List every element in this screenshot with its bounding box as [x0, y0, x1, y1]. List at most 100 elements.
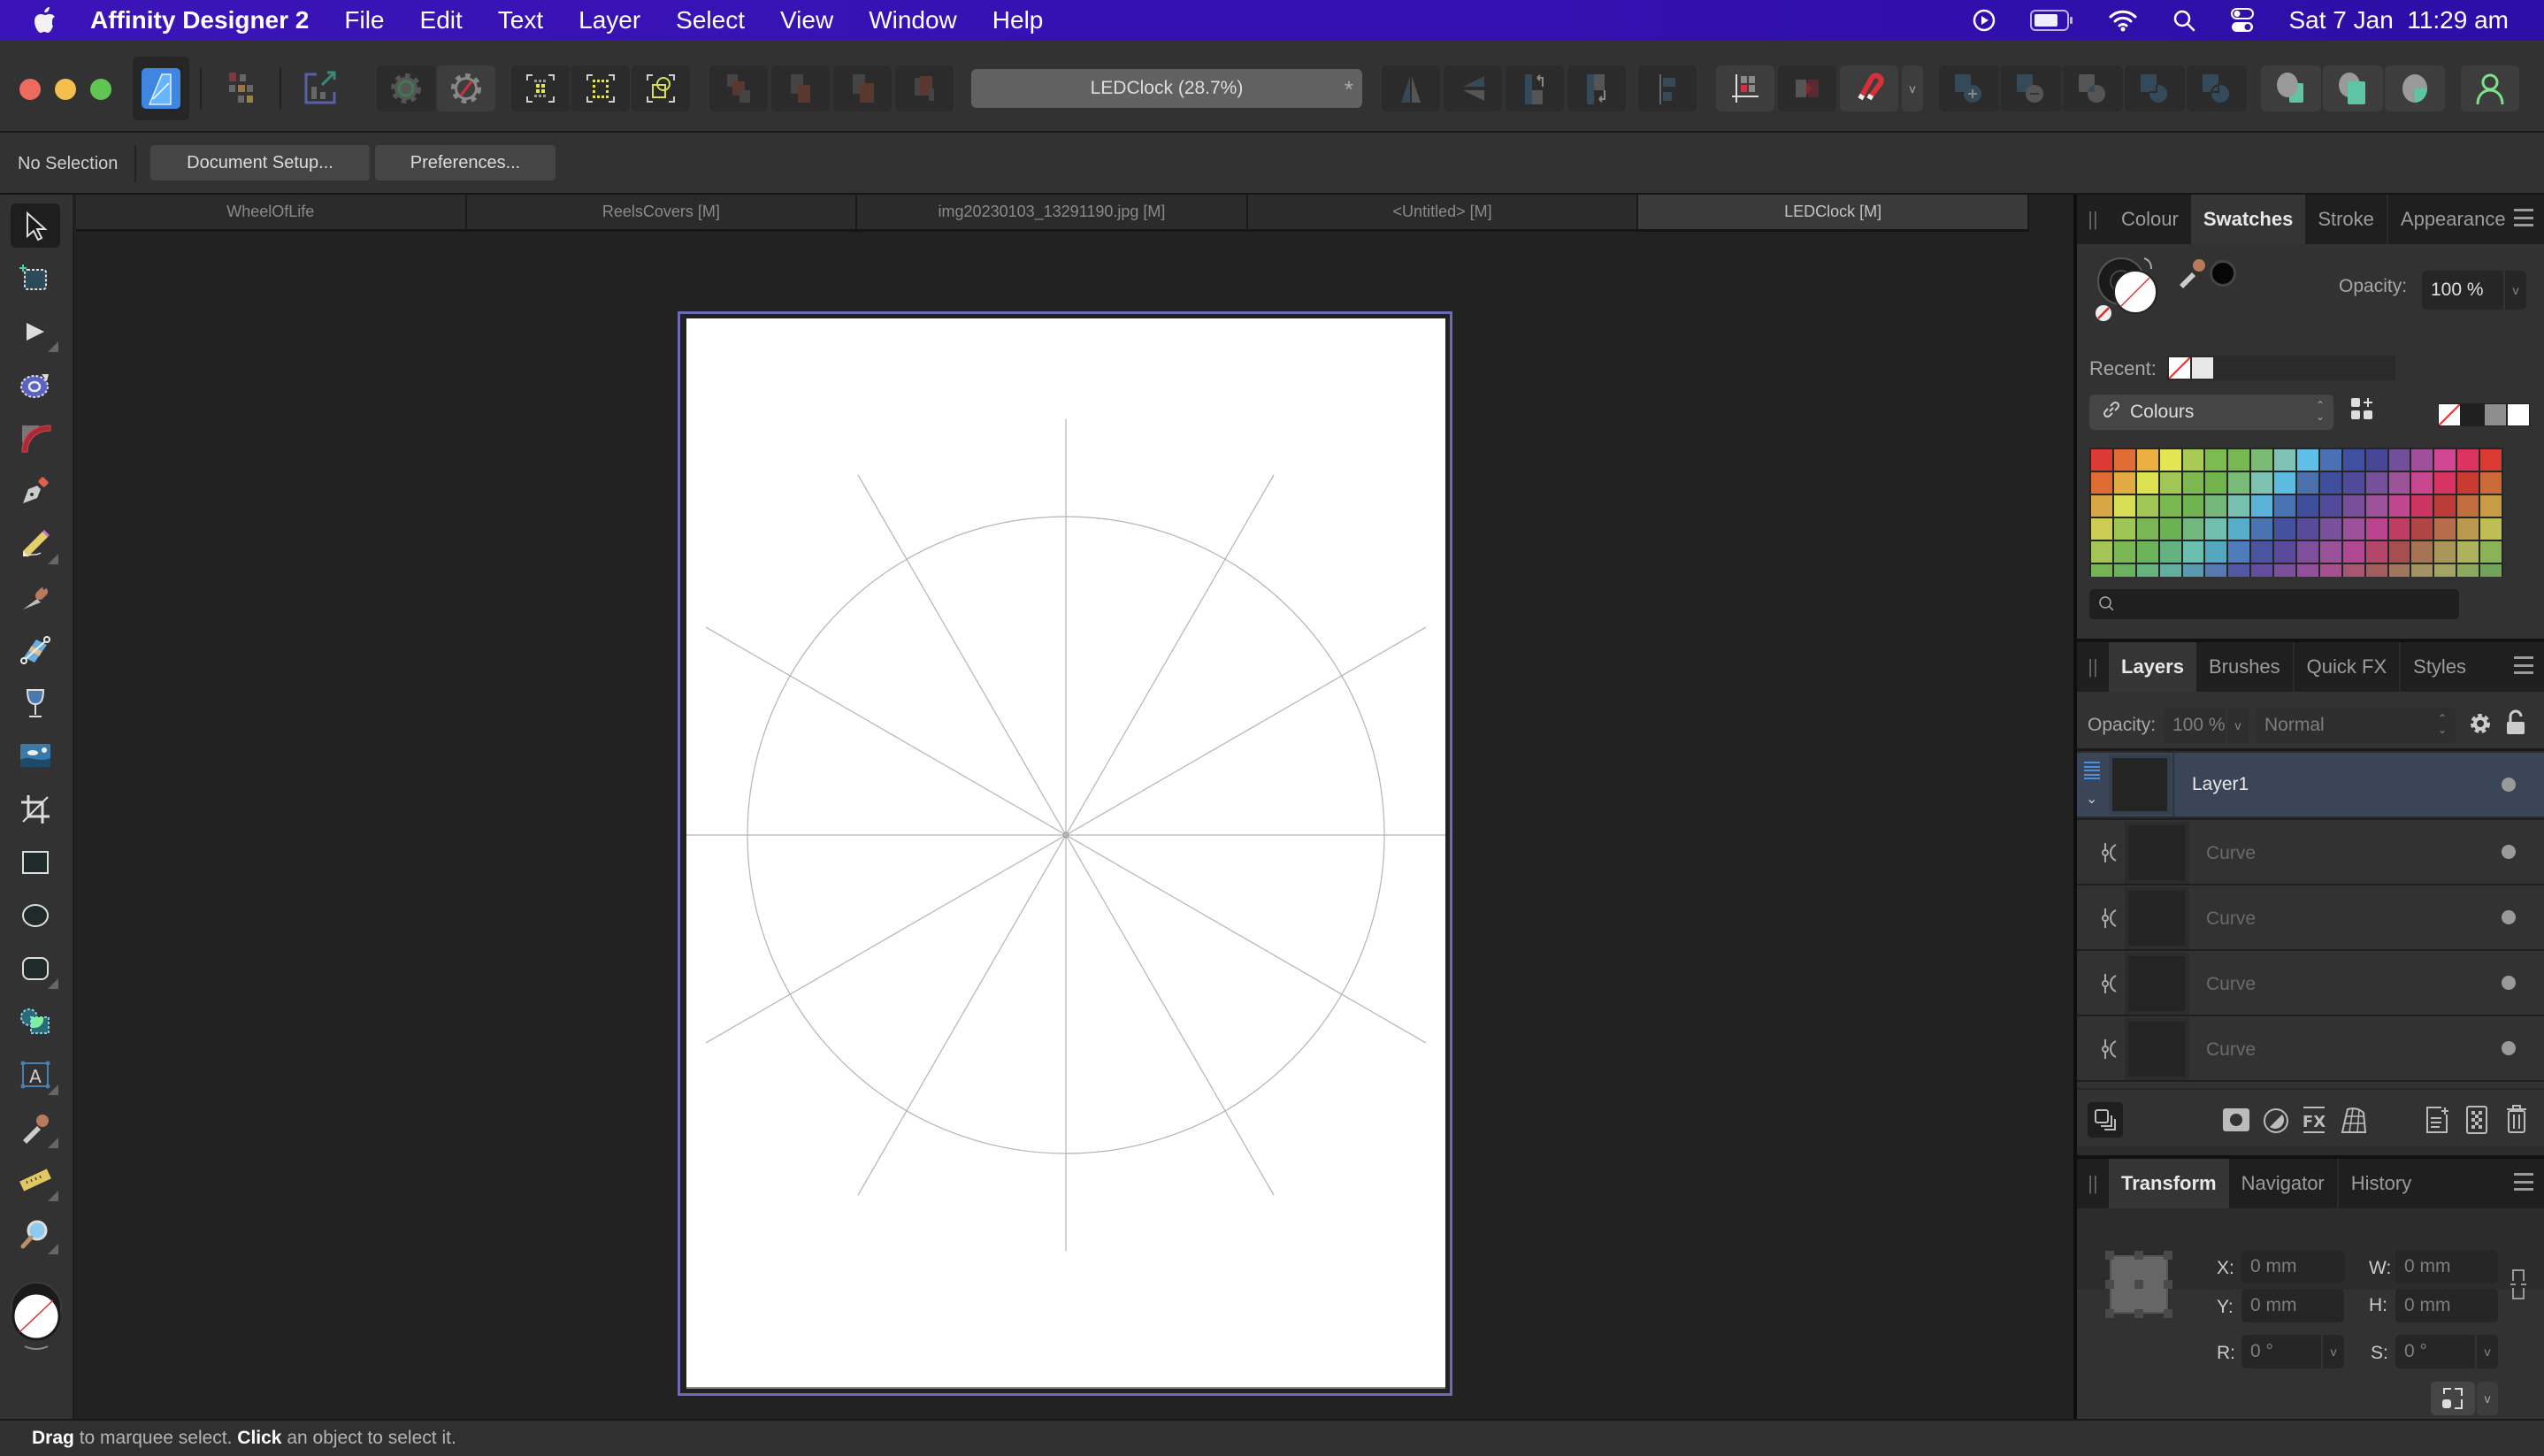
- menu-help[interactable]: Help: [992, 6, 1044, 34]
- point-transform-tool[interactable]: [11, 363, 60, 407]
- swatch[interactable]: [2251, 541, 2273, 563]
- menu-view[interactable]: View: [780, 6, 833, 34]
- swatch[interactable]: [2251, 495, 2273, 517]
- swatch[interactable]: [2319, 472, 2341, 494]
- chevron-down-icon[interactable]: v: [2226, 708, 2249, 743]
- swatch[interactable]: [2136, 564, 2158, 577]
- play-circle-icon[interactable]: [1972, 8, 1996, 33]
- layers-overview-button[interactable]: [2088, 1102, 2123, 1138]
- doc-tab-wheeloflife[interactable]: WheelOfLife: [76, 195, 467, 229]
- add-pixel-layer-icon[interactable]: [2466, 1106, 2487, 1138]
- add-layer-icon[interactable]: [2425, 1106, 2450, 1138]
- layer-row-layer1[interactable]: ⌄ Layer1: [2077, 753, 2544, 816]
- shape-builder-tool[interactable]: [11, 1000, 60, 1044]
- swatch[interactable]: [2342, 449, 2364, 471]
- swatch[interactable]: [2457, 495, 2479, 517]
- layer-row-curve[interactable]: Curve: [2077, 818, 2544, 884]
- visibility-dot-icon[interactable]: [2502, 976, 2516, 990]
- insert-inside-button[interactable]: [2323, 65, 2383, 111]
- adjustment-icon[interactable]: [2263, 1107, 2289, 1138]
- swatch[interactable]: [2434, 518, 2456, 540]
- boolean-toggle-button[interactable]: [1778, 65, 1836, 111]
- menu-layer[interactable]: Layer: [579, 6, 640, 34]
- panel-grip-icon[interactable]: ||: [2077, 1159, 2109, 1208]
- swatch[interactable]: [2159, 472, 2181, 494]
- panel-menu-icon[interactable]: [2514, 209, 2533, 226]
- artboard-tool[interactable]: [11, 257, 60, 301]
- corner-tool[interactable]: [11, 416, 60, 460]
- rotation-field[interactable]: 0 ° v: [2241, 1335, 2344, 1368]
- swatch[interactable]: [2480, 518, 2502, 540]
- shear-field[interactable]: 0 ° v: [2395, 1335, 2498, 1368]
- layer-row-curve[interactable]: Curve: [2077, 884, 2544, 949]
- swatch[interactable]: [2274, 541, 2295, 563]
- swatch[interactable]: [2365, 541, 2387, 563]
- menu-window[interactable]: Window: [869, 6, 957, 34]
- insert-front-button[interactable]: [2385, 65, 2445, 111]
- swatch[interactable]: [2411, 518, 2433, 540]
- swatch[interactable]: [2457, 564, 2479, 577]
- swatch[interactable]: [2182, 449, 2204, 471]
- swatch[interactable]: [2136, 518, 2158, 540]
- artboard[interactable]: [686, 318, 1445, 1389]
- swatch[interactable]: [2159, 541, 2181, 563]
- tab-appearance[interactable]: Appearance: [2386, 195, 2518, 244]
- swatch[interactable]: [2411, 541, 2433, 563]
- measure-tool[interactable]: [11, 1159, 60, 1203]
- swatch[interactable]: [2228, 495, 2250, 517]
- panel-menu-icon[interactable]: [2514, 656, 2533, 674]
- swatch[interactable]: [2228, 518, 2250, 540]
- swatch[interactable]: [2251, 564, 2273, 577]
- swatch[interactable]: [2182, 564, 2204, 577]
- swatch[interactable]: [2365, 449, 2387, 471]
- tab-brushes[interactable]: Brushes: [2196, 642, 2293, 692]
- view-mode-button[interactable]: [377, 65, 435, 111]
- swatch[interactable]: [2342, 541, 2364, 563]
- fill-stroke-selector[interactable]: [9, 1281, 64, 1352]
- mesh-warp-icon[interactable]: [2339, 1106, 2367, 1138]
- x-field[interactable]: 0 mm: [2241, 1250, 2344, 1284]
- visibility-dot-icon[interactable]: [2502, 845, 2516, 859]
- move-to-back-button[interactable]: [709, 65, 768, 111]
- menu-file[interactable]: File: [344, 6, 384, 34]
- swatch[interactable]: [2182, 472, 2204, 494]
- quick-swatch-black[interactable]: [2462, 404, 2483, 425]
- transform-origin-dropdown[interactable]: v: [2477, 1382, 2498, 1415]
- swatch[interactable]: [2342, 564, 2364, 577]
- swatch[interactable]: [2182, 518, 2204, 540]
- swatch[interactable]: [2136, 472, 2158, 494]
- tab-navigator[interactable]: Navigator: [2229, 1159, 2337, 1208]
- designer-persona-button[interactable]: [133, 57, 189, 120]
- swatch[interactable]: [2434, 564, 2456, 577]
- swatch[interactable]: [2205, 564, 2227, 577]
- place-image-tool[interactable]: [11, 734, 60, 778]
- swatch[interactable]: [2342, 495, 2364, 517]
- swatch[interactable]: [2480, 564, 2502, 577]
- transparency-tool[interactable]: [11, 681, 60, 725]
- swatch[interactable]: [2205, 472, 2227, 494]
- select-inverse-button[interactable]: [571, 65, 630, 111]
- swatch[interactable]: [2251, 449, 2273, 471]
- swatch[interactable]: [2159, 495, 2181, 517]
- export-persona-button[interactable]: [295, 65, 345, 111]
- swatch[interactable]: [2113, 518, 2135, 540]
- rotate-right-button[interactable]: [1567, 65, 1626, 111]
- boolean-subtract-button[interactable]: [2001, 65, 2061, 111]
- swatch[interactable]: [2388, 518, 2410, 540]
- vector-brush-tool[interactable]: [11, 575, 60, 619]
- snapping-dropdown-button[interactable]: v: [1902, 65, 1923, 111]
- tab-history[interactable]: History: [2336, 1159, 2424, 1208]
- panel-grip-icon[interactable]: ||: [2077, 195, 2109, 244]
- flip-horizontal-button[interactable]: [1382, 65, 1440, 111]
- quick-swatch-white[interactable]: [2508, 404, 2529, 425]
- swatch[interactable]: [2136, 495, 2158, 517]
- canvas-area[interactable]: [76, 234, 2073, 1419]
- swatch[interactable]: [2136, 541, 2158, 563]
- swatch[interactable]: [2434, 449, 2456, 471]
- swatch[interactable]: [2434, 541, 2456, 563]
- swatch[interactable]: [2113, 541, 2135, 563]
- swatch[interactable]: [2274, 495, 2295, 517]
- boolean-add-button[interactable]: [1939, 65, 1999, 111]
- select-all-button[interactable]: [511, 65, 570, 111]
- swatch[interactable]: [2182, 495, 2204, 517]
